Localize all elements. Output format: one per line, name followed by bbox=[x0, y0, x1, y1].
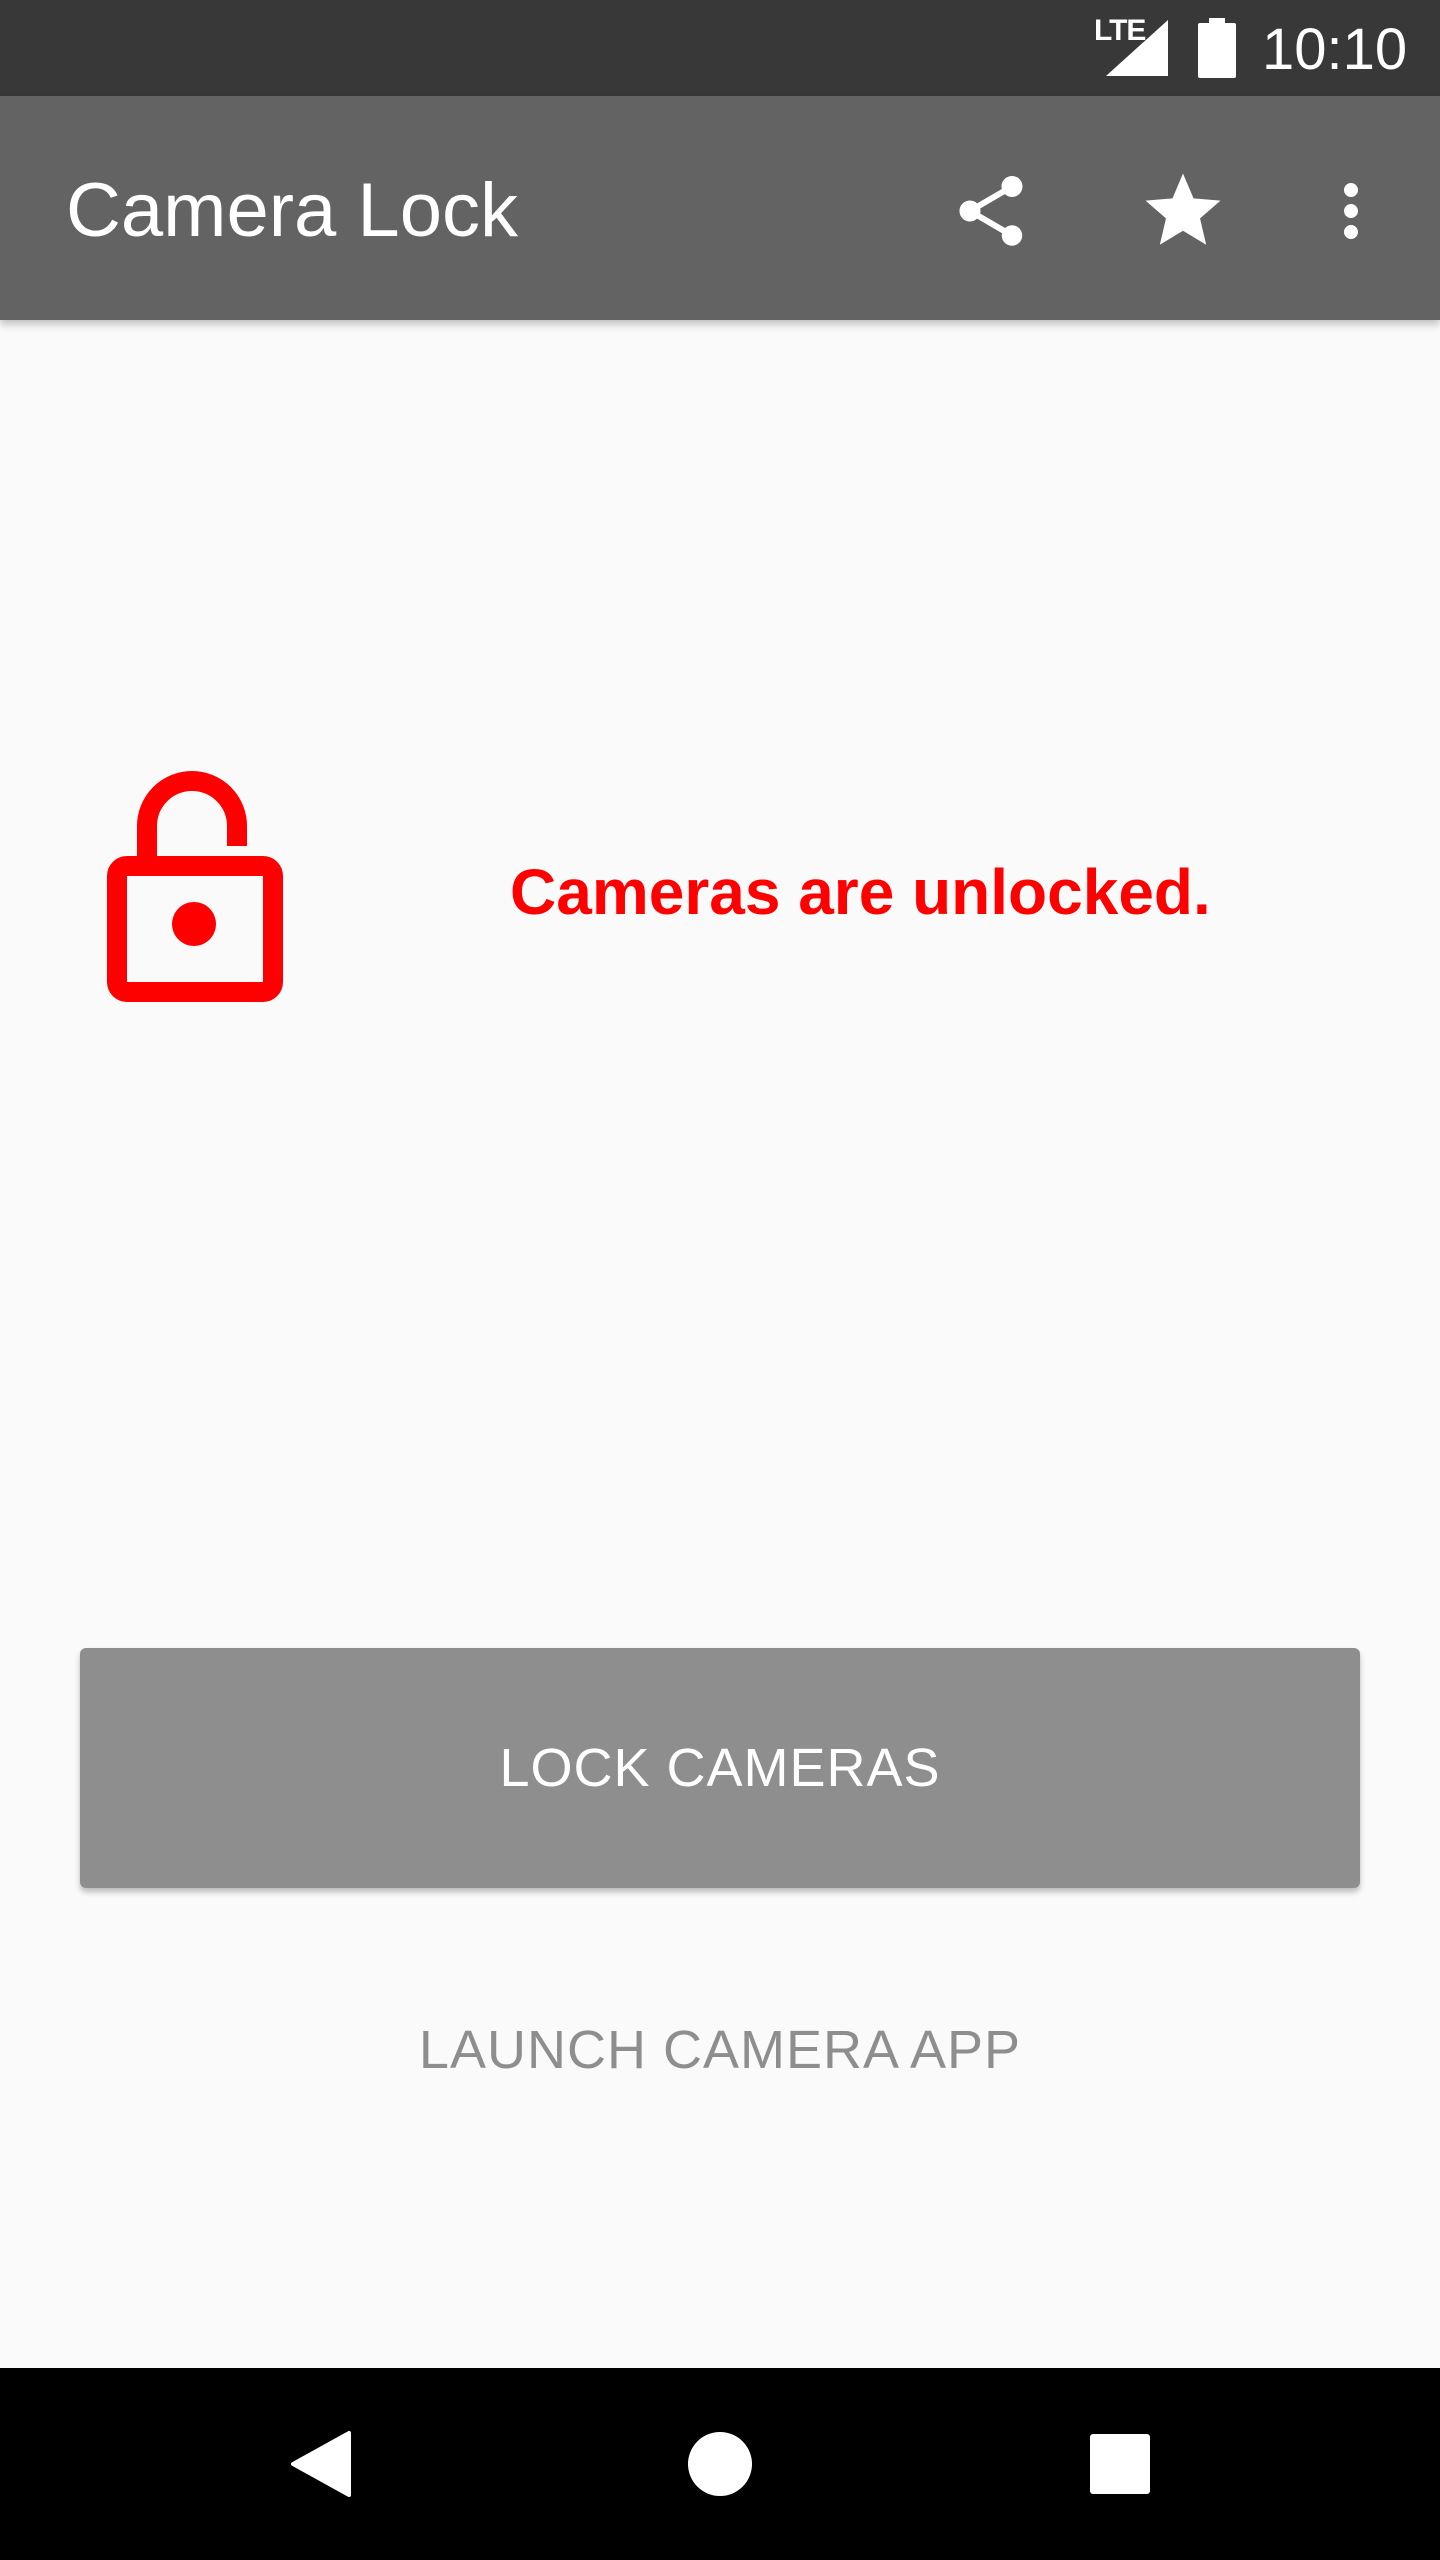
status-time: 10:10 bbox=[1262, 17, 1408, 82]
share-button[interactable] bbox=[936, 156, 1046, 266]
lock-cameras-button[interactable]: LOCK CAMERAS bbox=[80, 1648, 1360, 1888]
share-icon bbox=[959, 176, 1023, 246]
launch-camera-app-button[interactable]: LAUNCH CAMERA APP bbox=[320, 1990, 1120, 2110]
home-button[interactable] bbox=[660, 2408, 780, 2520]
battery-icon bbox=[1198, 18, 1236, 78]
more-vert-icon bbox=[1344, 183, 1358, 239]
back-icon bbox=[291, 2431, 351, 2497]
app-bar: Camera Lock bbox=[0, 96, 1440, 320]
rate-button[interactable] bbox=[1128, 156, 1238, 266]
back-button[interactable] bbox=[262, 2408, 382, 2520]
star-icon bbox=[1145, 173, 1221, 245]
screen: LTE 10:10 Camera Lock Cameras are unlock… bbox=[0, 0, 1440, 2560]
lock-status-text: Cameras are unlocked. bbox=[510, 856, 1211, 928]
recents-button[interactable] bbox=[1060, 2408, 1180, 2520]
overflow-menu-button[interactable] bbox=[1296, 156, 1406, 266]
app-title: Camera Lock bbox=[66, 168, 518, 253]
status-bar: LTE 10:10 bbox=[0, 0, 1440, 96]
home-icon bbox=[688, 2432, 752, 2496]
signal-icon bbox=[1106, 20, 1168, 76]
recents-icon bbox=[1090, 2434, 1150, 2494]
navigation-bar bbox=[0, 2368, 1440, 2560]
lock-open-icon bbox=[107, 771, 283, 1002]
